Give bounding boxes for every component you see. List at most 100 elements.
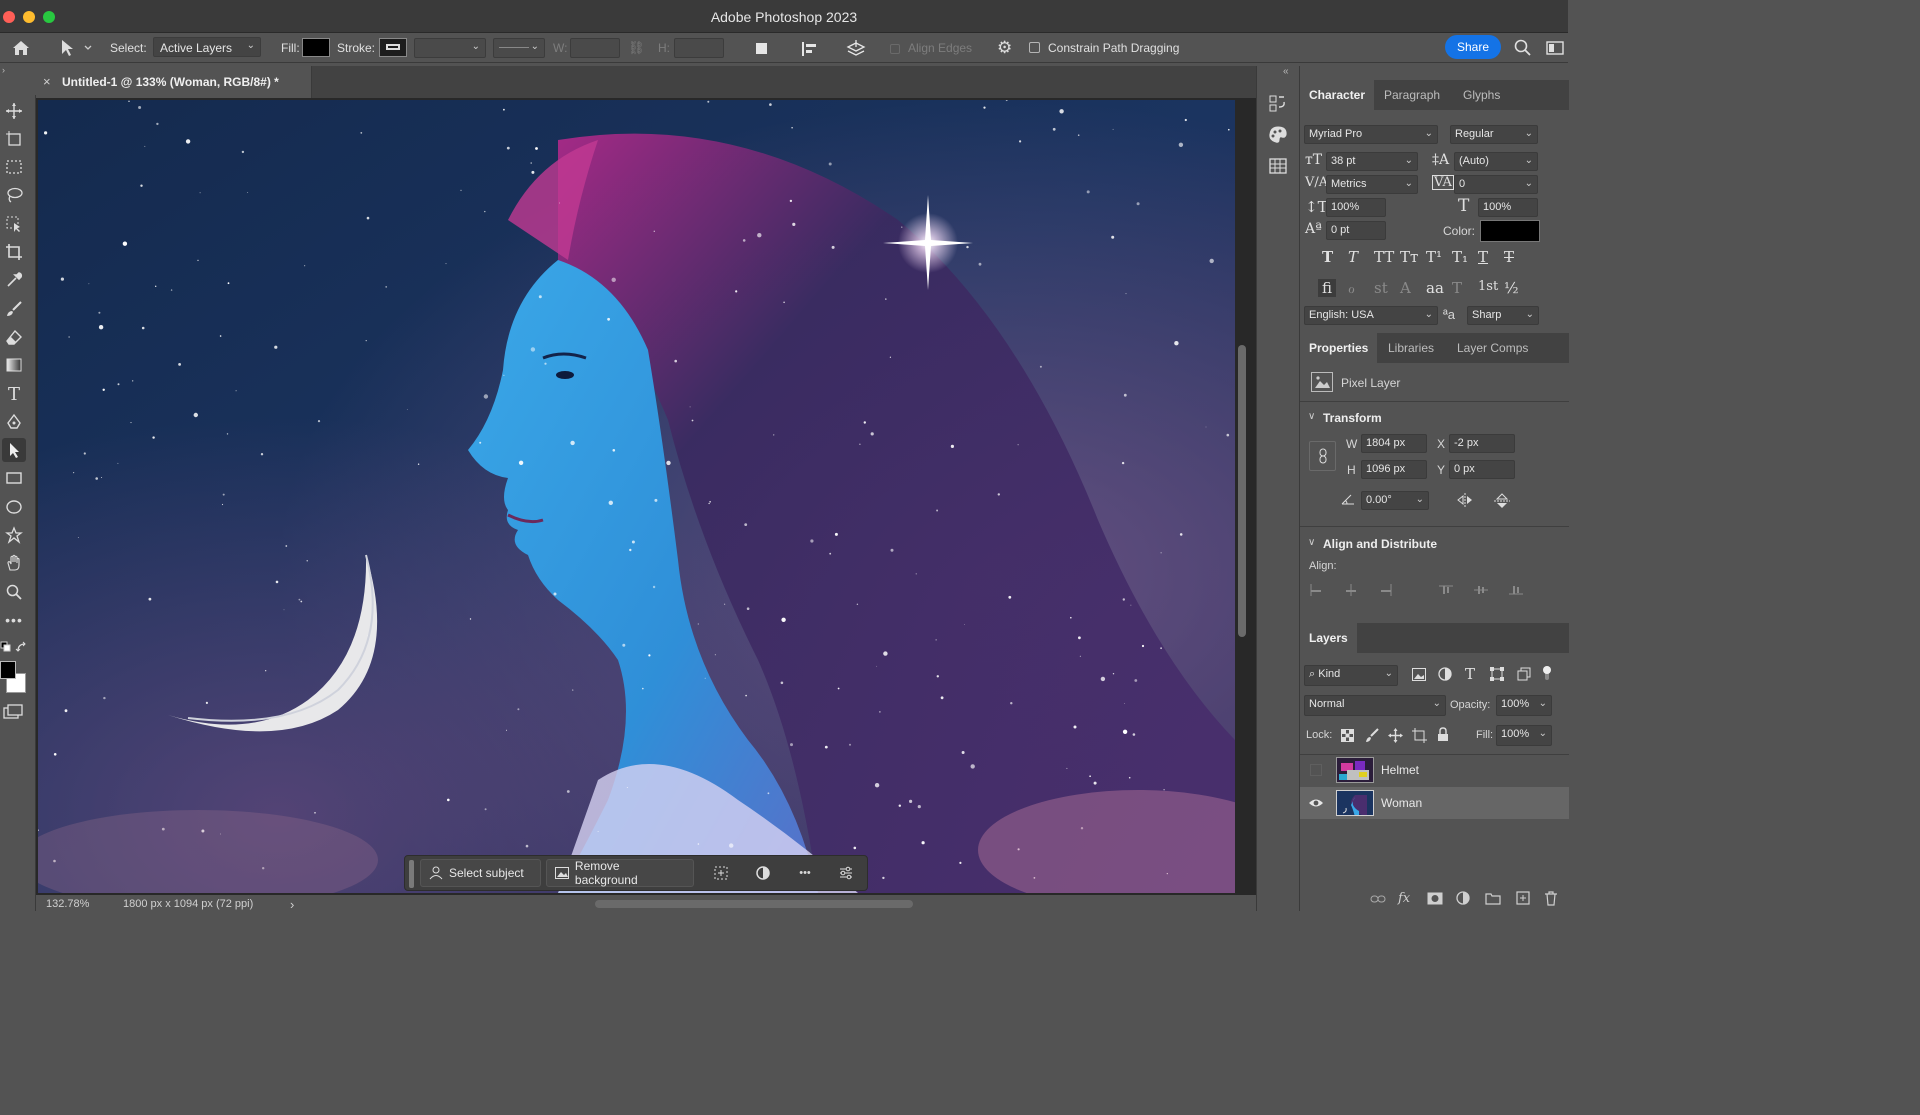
baseline-shift-field[interactable]: 0 pt xyxy=(1326,221,1386,240)
chevron-down-icon[interactable]: ∨ xyxy=(1308,537,1315,548)
close-tab-icon[interactable]: × xyxy=(43,74,51,89)
workspace-icon[interactable] xyxy=(1545,39,1565,57)
blend-mode-dropdown[interactable]: Normal ⌄ xyxy=(1304,695,1446,716)
transform-y-field[interactable]: 0 px xyxy=(1449,460,1515,479)
filter-shape-icon[interactable] xyxy=(1490,667,1504,681)
opacity-field[interactable]: 100% ⌄ xyxy=(1496,695,1552,716)
leading-field[interactable]: (Auto) ⌄ xyxy=(1454,152,1538,171)
history-panel-icon[interactable] xyxy=(1267,93,1289,115)
flip-horizontal-icon[interactable] xyxy=(1456,492,1474,508)
strikethrough-button[interactable]: T xyxy=(1504,248,1514,266)
constrain-path-checkbox[interactable] xyxy=(1029,42,1040,53)
gradient-tool-icon[interactable] xyxy=(2,353,26,377)
tab-layer-comps[interactable]: Layer Comps xyxy=(1448,333,1537,363)
path-selection-tool-preset[interactable] xyxy=(58,38,94,58)
home-icon[interactable] xyxy=(10,38,32,58)
layer-filter-kind-dropdown[interactable]: ⌕ Kind ⌄ xyxy=(1304,665,1398,686)
layer-row-woman[interactable]: Woman xyxy=(1300,787,1569,819)
stroke-width-field[interactable]: ⌄ xyxy=(414,38,486,58)
brush-tool-icon[interactable] xyxy=(2,297,26,321)
collapse-panels-icon[interactable]: « xyxy=(1283,66,1289,77)
lock-all-icon[interactable] xyxy=(1437,727,1449,742)
language-dropdown[interactable]: English: USA ⌄ xyxy=(1304,306,1438,325)
align-right-icon[interactable] xyxy=(1379,584,1393,596)
color-palette-icon[interactable] xyxy=(1267,124,1289,146)
height-field[interactable] xyxy=(674,38,724,58)
tab-properties[interactable]: Properties xyxy=(1300,333,1378,363)
horizontal-scrollbar[interactable] xyxy=(595,900,913,908)
new-layer-icon[interactable] xyxy=(1516,891,1530,905)
visibility-toggle-empty[interactable] xyxy=(1310,764,1322,776)
fx-icon[interactable]: fx xyxy=(1398,891,1410,906)
transform-x-field[interactable]: -2 px xyxy=(1449,434,1515,453)
font-size-field[interactable]: 38 pt ⌄ xyxy=(1326,152,1418,171)
more-tools-icon[interactable]: ••• xyxy=(2,608,26,632)
move-tool-icon[interactable] xyxy=(2,99,26,123)
swatches-grid-icon[interactable] xyxy=(1267,155,1289,177)
align-bottom-icon[interactable] xyxy=(1509,584,1523,596)
old-style-button[interactable]: ℴ xyxy=(1348,279,1355,297)
link-layers-icon[interactable] xyxy=(1370,893,1386,905)
trash-icon[interactable] xyxy=(1544,890,1558,906)
eye-icon[interactable] xyxy=(1308,796,1324,810)
remove-background-button[interactable]: Remove background xyxy=(546,859,694,887)
horizontal-scale-field[interactable]: 100% xyxy=(1478,198,1538,217)
vertical-scrollbar[interactable] xyxy=(1238,345,1246,637)
antialias-dropdown[interactable]: Sharp ⌄ xyxy=(1467,306,1539,325)
align-left-icon[interactable] xyxy=(1309,584,1323,596)
default-colors-icon[interactable] xyxy=(0,641,12,653)
settings-sliders-icon[interactable] xyxy=(835,862,857,884)
small-caps-button[interactable]: Tт xyxy=(1400,248,1418,266)
share-button[interactable]: Share xyxy=(1445,35,1501,59)
lock-artboard-icon[interactable] xyxy=(1412,728,1427,743)
tab-paragraph[interactable]: Paragraph xyxy=(1375,80,1449,110)
transform-height-field[interactable]: 1096 px xyxy=(1361,460,1427,479)
link-icon[interactable]: ⛓ xyxy=(628,40,645,56)
gear-icon[interactable]: ⚙ xyxy=(997,38,1012,58)
faux-bold-button[interactable]: T xyxy=(1322,248,1333,266)
lock-position-icon[interactable] xyxy=(1388,728,1403,743)
layer-row-helmet[interactable]: Helmet xyxy=(1300,754,1569,786)
stroke-type-dropdown[interactable]: ⌄ xyxy=(493,38,545,58)
fractions-button[interactable]: ½ xyxy=(1504,279,1519,297)
tab-layers[interactable]: Layers xyxy=(1300,623,1357,653)
swash-button[interactable]: st xyxy=(1374,279,1388,297)
vertical-scale-field[interactable]: 100% xyxy=(1326,198,1386,217)
fill-field[interactable]: 100% ⌄ xyxy=(1496,725,1552,746)
rotation-angle-field[interactable]: 0.00° ⌄ xyxy=(1361,491,1429,510)
zoom-level[interactable]: 132.78% xyxy=(46,898,89,910)
eyedropper-tool-icon[interactable] xyxy=(2,268,26,292)
adjustment-icon[interactable] xyxy=(752,862,774,884)
subscript-button[interactable]: T₁ xyxy=(1452,248,1468,266)
object-selection-tool-icon[interactable] xyxy=(2,212,26,236)
crop-tool-icon[interactable] xyxy=(2,240,26,264)
width-field[interactable] xyxy=(570,38,620,58)
all-caps-button[interactable]: TT xyxy=(1374,248,1394,266)
lock-transparent-icon[interactable] xyxy=(1341,729,1354,742)
select-subject-button[interactable]: Select subject xyxy=(420,859,541,887)
swap-colors-icon[interactable] xyxy=(15,641,29,655)
stylistic-button[interactable]: aa xyxy=(1426,279,1444,297)
path-selection-tool-icon[interactable] xyxy=(2,438,26,462)
filter-pixel-icon[interactable] xyxy=(1412,668,1426,681)
kerning-dropdown[interactable]: Metrics ⌄ xyxy=(1326,175,1418,194)
text-color-swatch[interactable] xyxy=(1480,220,1540,242)
filter-toggle-icon[interactable] xyxy=(1542,666,1552,680)
select-dropdown[interactable]: Active Layers ⌄ xyxy=(153,37,261,57)
tab-glyphs[interactable]: Glyphs xyxy=(1454,80,1509,110)
more-options-icon[interactable]: ••• xyxy=(794,862,816,884)
transform-heading[interactable]: Transform xyxy=(1323,411,1382,425)
superscript-button[interactable]: T¹ xyxy=(1426,248,1442,266)
path-operations-icon[interactable] xyxy=(752,40,772,58)
new-adjustment-layer-icon[interactable] xyxy=(1456,891,1470,905)
rectangle-tool-icon[interactable] xyxy=(2,466,26,490)
ordinals-button[interactable]: T xyxy=(1452,279,1462,297)
stroke-swatch[interactable] xyxy=(379,38,407,57)
align-edges-checkbox[interactable] xyxy=(890,44,900,54)
document-canvas[interactable] xyxy=(38,100,1235,893)
align-distribute-heading[interactable]: Align and Distribute xyxy=(1323,537,1437,551)
ordinals-st-button[interactable]: 1st xyxy=(1478,279,1498,294)
foreground-color-swatch[interactable] xyxy=(0,661,16,679)
align-horizontal-center-icon[interactable] xyxy=(1344,584,1358,596)
chevron-down-icon[interactable]: ∨ xyxy=(1308,411,1315,422)
